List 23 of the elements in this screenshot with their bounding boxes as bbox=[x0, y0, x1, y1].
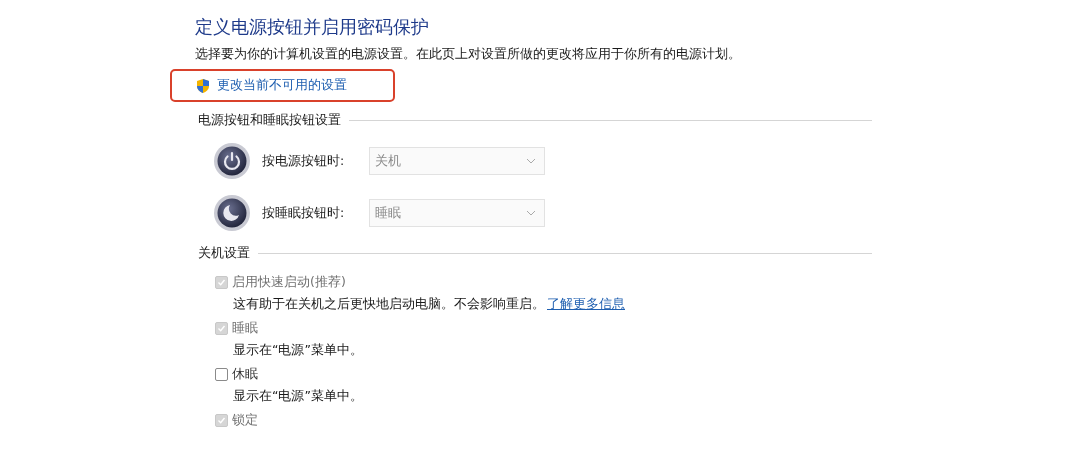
section-heading: 关机设置 bbox=[198, 245, 250, 262]
setting-label: 按睡眠按钮时: bbox=[262, 204, 346, 222]
section-heading: 电源按钮和睡眠按钮设置 bbox=[198, 112, 341, 129]
option-note: 显示在“电源”菜单中。 bbox=[233, 387, 364, 405]
shield-icon bbox=[195, 77, 211, 94]
moon-icon bbox=[213, 194, 251, 232]
option-label: 启用快速启动(推荐) bbox=[232, 273, 346, 291]
option-note: 这有助于在关机之后更快地启动电脑。不会影响重启。 了解更多信息 bbox=[233, 295, 626, 313]
power-icon bbox=[213, 142, 251, 180]
setting-label: 按电源按钮时: bbox=[262, 152, 346, 170]
check-icon bbox=[217, 415, 226, 425]
chevron-down-icon bbox=[526, 158, 536, 164]
check-icon bbox=[217, 277, 226, 287]
chevron-down-icon bbox=[526, 210, 536, 216]
checkbox[interactable] bbox=[215, 367, 228, 381]
option-label: 锁定 bbox=[232, 411, 258, 429]
page-title: 定义电源按钮并启用密码保护 bbox=[195, 15, 430, 39]
page-description: 选择要为你的计算机设置的电源设置。在此页上对设置所做的更改将应用于你所有的电源计划。 bbox=[195, 45, 742, 63]
check-icon bbox=[217, 323, 226, 333]
option-note: 显示在“电源”菜单中。 bbox=[233, 341, 364, 359]
option-label: 睡眠 bbox=[232, 319, 258, 337]
option-label: 休眠 bbox=[232, 365, 258, 383]
change-settings-link[interactable]: 更改当前不可用的设置 bbox=[217, 77, 347, 94]
